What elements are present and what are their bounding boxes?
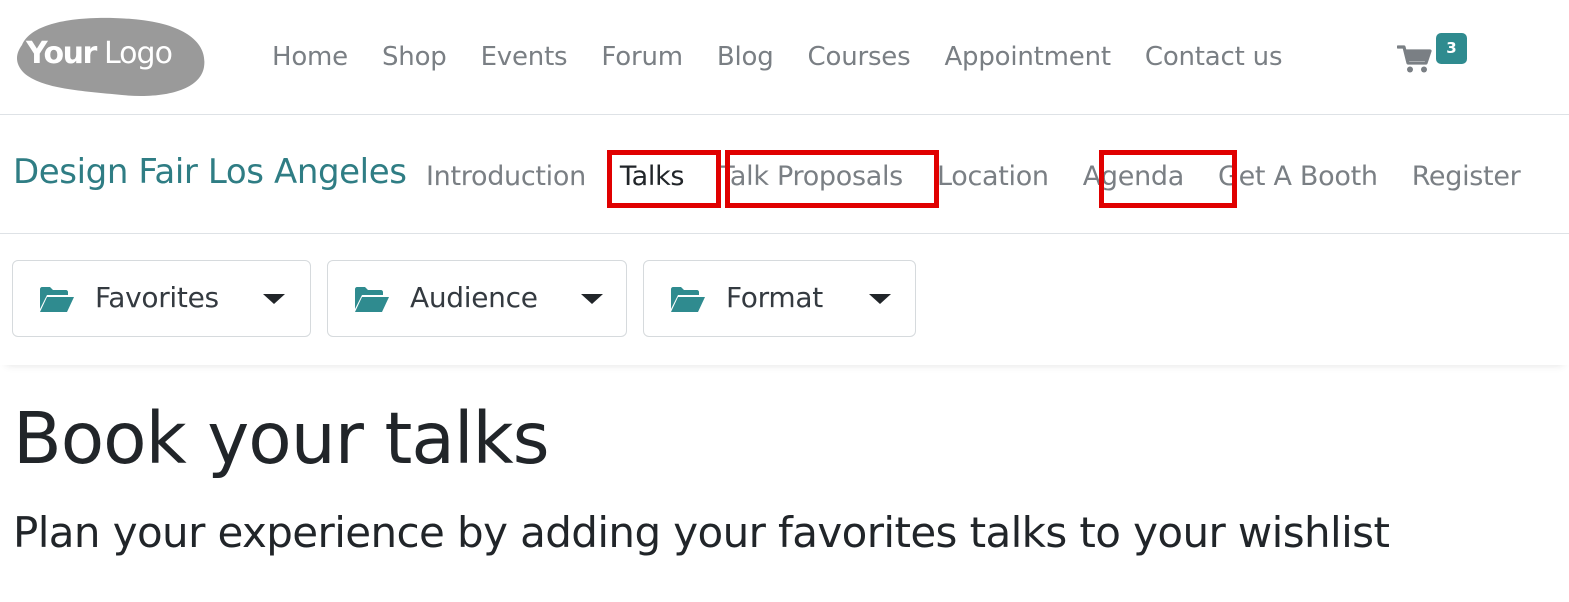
event-tab-talks[interactable]: Talks <box>620 161 685 192</box>
filter-label: Audience <box>410 281 538 314</box>
nav-appointment[interactable]: Appointment <box>927 42 1127 72</box>
nav-contact-us[interactable]: Contact us <box>1128 42 1299 72</box>
filter-favorites-dropdown[interactable]: Favorites <box>12 260 311 337</box>
page-title: Book your talks <box>13 397 550 480</box>
cart-button[interactable]: 3 <box>1397 30 1477 80</box>
folder-open-icon <box>670 287 706 312</box>
nav-courses[interactable]: Courses <box>791 42 928 72</box>
caret-down-icon <box>581 294 603 304</box>
filter-label: Format <box>726 281 823 314</box>
filter-label: Favorites <box>95 281 219 314</box>
event-tab-register[interactable]: Register <box>1412 161 1521 192</box>
event-nav-bar: Design Fair Los Angeles Introduction Tal… <box>0 116 1569 234</box>
folder-open-icon <box>39 287 75 312</box>
cart-count-badge: 3 <box>1436 33 1467 64</box>
event-title[interactable]: Design Fair Los Angeles <box>13 152 407 192</box>
event-tab-location[interactable]: Location <box>937 161 1049 192</box>
nav-events[interactable]: Events <box>464 42 585 72</box>
nav-forum[interactable]: Forum <box>584 42 699 72</box>
top-header: Your Logo Home Shop Events Forum Blog Co… <box>0 0 1569 115</box>
event-nav: Introduction Talks Talk Proposals Locati… <box>412 152 1521 200</box>
logo-graphic: Your Logo <box>17 17 205 96</box>
nav-home[interactable]: Home <box>255 42 365 72</box>
event-tab-introduction[interactable]: Introduction <box>426 161 586 192</box>
nav-blog[interactable]: Blog <box>700 42 791 72</box>
site-logo[interactable]: Your Logo <box>12 15 206 97</box>
main-nav: Home Shop Events Forum Blog Courses Appo… <box>255 34 1299 80</box>
filter-bar: Favorites Audience Format <box>0 235 1569 365</box>
svg-text:Logo: Logo <box>104 36 172 71</box>
shopping-cart-icon <box>1397 44 1433 74</box>
folder-open-icon <box>354 287 390 312</box>
event-tab-agenda[interactable]: Agenda <box>1083 161 1185 192</box>
caret-down-icon <box>263 294 285 304</box>
filter-audience-dropdown[interactable]: Audience <box>327 260 627 337</box>
event-tab-talk-proposals[interactable]: Talk Proposals <box>718 161 903 192</box>
filter-format-dropdown[interactable]: Format <box>643 260 916 337</box>
nav-shop[interactable]: Shop <box>365 42 464 72</box>
caret-down-icon <box>869 294 891 304</box>
svg-text:Your: Your <box>25 36 97 71</box>
event-tab-get-a-booth[interactable]: Get A Booth <box>1218 161 1378 192</box>
page-subtitle: Plan your experience by adding your favo… <box>13 508 1390 557</box>
